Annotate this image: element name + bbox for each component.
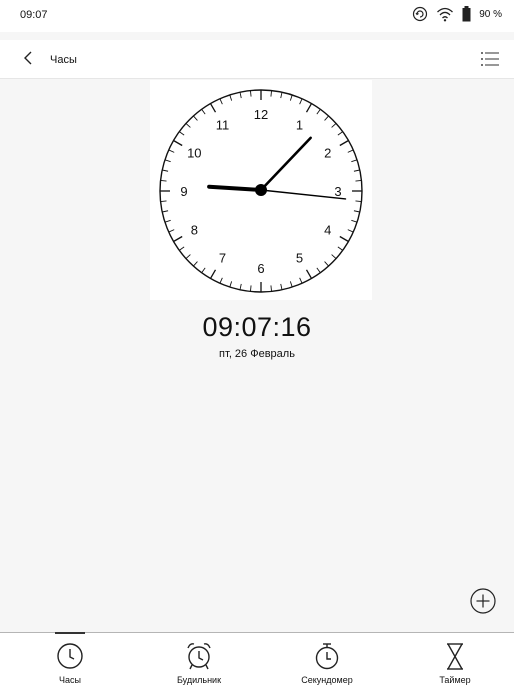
tab-timer[interactable]: Таймер: [405, 633, 505, 690]
list-menu-icon[interactable]: [480, 50, 500, 68]
tab-alarm[interactable]: Будильник: [149, 633, 249, 690]
clock-number: 12: [254, 107, 268, 122]
minute-tick: [270, 285, 273, 292]
clock-number: 2: [324, 146, 331, 161]
active-tab-indicator: [55, 632, 85, 634]
app-header: Часы: [0, 40, 514, 79]
status-bar: 09:07 90 %: [0, 0, 514, 32]
clock-number: 5: [296, 251, 303, 266]
date-label: пт, 26 Февраль: [219, 348, 295, 360]
add-clock-button[interactable]: [470, 588, 496, 614]
minute-tick: [355, 179, 362, 182]
clock-number: 8: [191, 223, 198, 238]
tab-timer-label: Таймер: [439, 675, 471, 685]
wifi-icon: [437, 7, 454, 22]
battery-percent: 90 %: [479, 8, 502, 20]
tab-alarm-label: Будильник: [176, 675, 222, 685]
clock-number: 4: [324, 223, 331, 238]
status-icons: 90 %: [412, 6, 502, 22]
clock-center: [255, 184, 267, 196]
clock-number: 3: [334, 184, 341, 199]
clock-number: 9: [180, 184, 187, 199]
minute-tick: [249, 285, 252, 292]
status-time: 09:07: [20, 9, 48, 21]
clock-face: 121234567891011: [159, 89, 363, 293]
tab-stopwatch[interactable]: Секундомер: [277, 633, 377, 690]
alarm-icon: [187, 643, 211, 670]
hourglass-icon: [447, 643, 463, 670]
back-icon[interactable]: [20, 50, 36, 66]
digital-time: 09:07:16: [202, 312, 312, 342]
tab-clock-label: Часы: [59, 675, 81, 685]
battery-icon: [462, 6, 471, 22]
tab-clock[interactable]: Часы: [20, 632, 120, 690]
clock-number: 1: [296, 117, 303, 132]
clock-number: 11: [216, 117, 230, 132]
clock-number: 6: [257, 261, 264, 276]
bottom-nav: Часы Будильник Секундомер Таймер: [0, 632, 514, 690]
analog-clock: 12 1 2 3 4 5 6 7 8 9 10 11: [150, 80, 372, 300]
page-title: Часы: [50, 54, 77, 66]
clock-number: 10: [187, 146, 201, 161]
minute-tick: [270, 90, 273, 97]
clock-number: 7: [219, 251, 226, 266]
minute-tick: [249, 90, 252, 97]
stopwatch-icon: [315, 643, 339, 670]
tab-stopwatch-label: Секундомер: [301, 675, 353, 685]
minute-tick: [355, 200, 362, 203]
minute-tick: [160, 179, 167, 182]
minute-tick: [160, 200, 167, 203]
sync-icon: [413, 6, 428, 22]
clock-icon: [57, 643, 83, 669]
